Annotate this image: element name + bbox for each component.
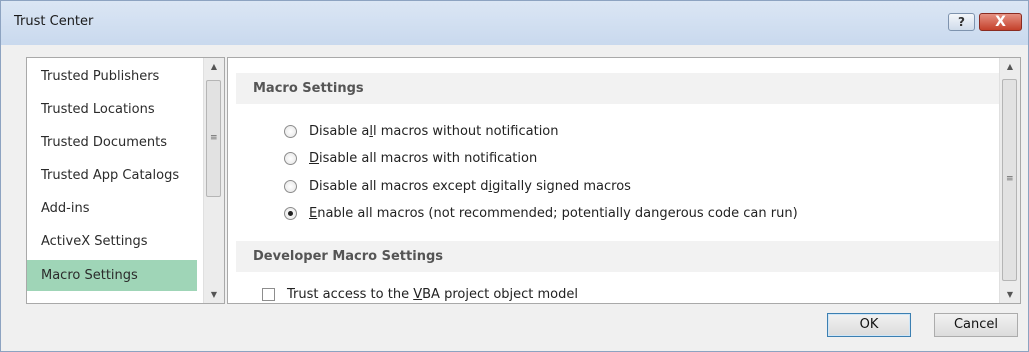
- trust-center-dialog: Trust Center ? X Trusted Publishers Trus…: [0, 0, 1029, 352]
- nav-item-trusted-publishers[interactable]: Trusted Publishers: [27, 61, 197, 92]
- help-button[interactable]: ?: [948, 13, 975, 31]
- nav-item-trusted-app-catalogs[interactable]: Trusted App Catalogs: [27, 160, 197, 191]
- close-button[interactable]: X: [979, 13, 1022, 31]
- nav-item-trusted-documents[interactable]: Trusted Documents: [27, 127, 197, 158]
- scrollbar-thumb[interactable]: ≡: [1002, 79, 1017, 281]
- category-list-scrollbar[interactable]: ▲ ≡ ▼: [203, 58, 224, 303]
- nav-item-add-ins[interactable]: Add-ins: [27, 193, 197, 224]
- settings-panel-scrollbar[interactable]: ▲ ≡ ▼: [999, 58, 1020, 303]
- nav-item-macro-settings[interactable]: Macro Settings: [27, 260, 197, 291]
- macro-settings-header: Macro Settings: [236, 73, 1002, 104]
- scroll-down-arrow-icon[interactable]: ▼: [204, 286, 224, 303]
- scrollbar-thumb[interactable]: ≡: [206, 80, 221, 197]
- scroll-up-arrow-icon[interactable]: ▲: [1000, 58, 1020, 75]
- radio-button[interactable]: [284, 125, 297, 138]
- radio-label: Disable all macros with notification: [309, 151, 538, 166]
- radio-label: Disable all macros without notification: [309, 124, 559, 139]
- trust-vba-label: Trust access to the VBA project object m…: [287, 287, 578, 302]
- radio-label: Enable all macros (not recommended; pote…: [309, 206, 798, 221]
- cancel-button[interactable]: Cancel: [934, 313, 1018, 337]
- nav-item-activex-settings[interactable]: ActiveX Settings: [27, 226, 197, 257]
- radio-button-selected[interactable]: [284, 207, 297, 220]
- dialog-body: Trusted Publishers Trusted Locations Tru…: [9, 45, 1021, 345]
- scroll-up-arrow-icon[interactable]: ▲: [204, 58, 224, 75]
- nav-item-trusted-locations[interactable]: Trusted Locations: [27, 94, 197, 125]
- radio-button[interactable]: [284, 180, 297, 193]
- grip-icon: ≡: [1006, 174, 1014, 184]
- radio-label: Disable all macros except digitally sign…: [309, 179, 631, 194]
- radio-button[interactable]: [284, 152, 297, 165]
- title-bar: Trust Center ? X: [1, 1, 1028, 45]
- developer-macro-settings-header: Developer Macro Settings: [236, 241, 1002, 272]
- ok-button[interactable]: OK: [827, 313, 911, 337]
- trust-vba-checkbox[interactable]: [262, 288, 275, 301]
- scroll-down-arrow-icon[interactable]: ▼: [1000, 286, 1020, 303]
- settings-panel: Macro Settings Disable all macros withou…: [227, 57, 1021, 304]
- grip-icon: ≡: [210, 132, 218, 143]
- category-list: Trusted Publishers Trusted Locations Tru…: [26, 57, 225, 304]
- dialog-title: Trust Center: [14, 14, 94, 29]
